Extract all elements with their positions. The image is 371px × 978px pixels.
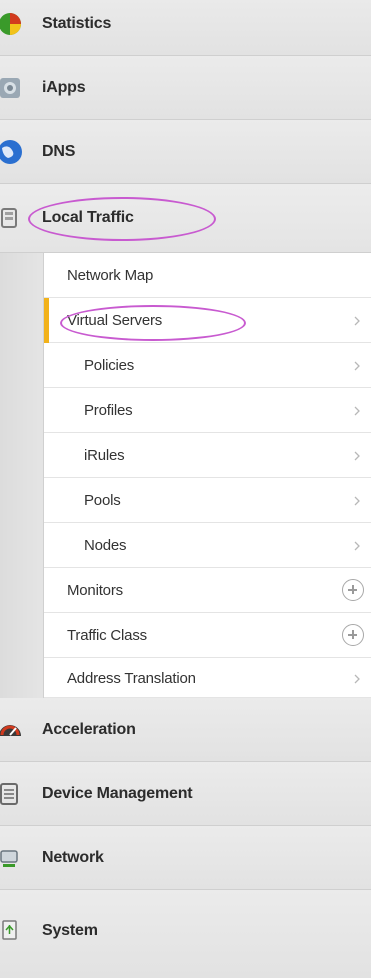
chevron-right-icon[interactable] xyxy=(352,539,362,551)
submenu-item-traffic-class[interactable]: Traffic Class xyxy=(44,613,371,658)
nav-item-dns[interactable]: DNS xyxy=(0,120,371,184)
submenu-item-profiles[interactable]: Profiles xyxy=(44,388,371,433)
add-icon[interactable] xyxy=(342,579,364,601)
submenu-item-address-translation[interactable]: Address Translation xyxy=(44,658,371,698)
globe-icon xyxy=(0,136,26,168)
add-icon[interactable] xyxy=(342,624,364,646)
navigation-menu: Statistics iApps DNS Local Traffic Netwo… xyxy=(0,0,371,978)
submenu-item-label: Nodes xyxy=(84,537,127,554)
nav-item-label: Local Traffic xyxy=(42,209,134,226)
submenu-item-label: Address Translation xyxy=(67,670,196,687)
submenu-item-label: Virtual Servers xyxy=(67,312,163,329)
nav-item-device-management[interactable]: Device Management xyxy=(0,762,371,826)
submenu-item-irules[interactable]: iRules xyxy=(44,433,371,478)
submenu-item-label: Policies xyxy=(84,357,135,374)
nav-item-system[interactable]: System xyxy=(0,890,371,978)
submenu-item-policies[interactable]: Policies xyxy=(44,343,371,388)
submenu-item-label: Pools xyxy=(84,492,121,509)
nav-item-label: Device Management xyxy=(42,785,193,802)
local-traffic-submenu: Network Map Virtual Servers Policies Pro… xyxy=(43,253,371,698)
chevron-right-icon[interactable] xyxy=(352,359,362,371)
submenu-item-nodes[interactable]: Nodes xyxy=(44,523,371,568)
submenu-item-label: Traffic Class xyxy=(67,627,147,644)
submenu-item-label: iRules xyxy=(84,447,125,464)
chevron-right-icon[interactable] xyxy=(352,449,362,461)
nav-item-label: Statistics xyxy=(42,15,112,32)
submenu-item-label: Profiles xyxy=(84,402,133,419)
submenu-item-network-map[interactable]: Network Map xyxy=(44,253,371,298)
submenu-item-pools[interactable]: Pools xyxy=(44,478,371,523)
network-icon xyxy=(0,842,26,874)
chevron-right-icon[interactable] xyxy=(352,494,362,506)
nav-item-label: DNS xyxy=(42,143,76,160)
system-icon xyxy=(0,914,26,946)
local-traffic-icon xyxy=(0,202,26,234)
submenu-item-label: Network Map xyxy=(67,267,154,284)
nav-item-label: Acceleration xyxy=(42,721,136,738)
nav-item-label: iApps xyxy=(42,79,86,96)
submenu-item-monitors[interactable]: Monitors xyxy=(44,568,371,613)
nav-item-network[interactable]: Network xyxy=(0,826,371,890)
chevron-right-icon[interactable] xyxy=(352,314,362,326)
nav-item-label: System xyxy=(42,922,98,939)
device-icon xyxy=(0,778,26,810)
nav-item-iapps[interactable]: iApps xyxy=(0,56,371,120)
submenu-item-label: Monitors xyxy=(67,582,123,599)
nav-item-label: Network xyxy=(42,849,104,866)
pie-chart-icon xyxy=(0,8,26,40)
active-indicator xyxy=(44,298,49,343)
nav-item-statistics[interactable]: Statistics xyxy=(0,0,371,56)
nav-item-acceleration[interactable]: Acceleration xyxy=(0,698,371,762)
submenu-item-virtual-servers[interactable]: Virtual Servers xyxy=(44,298,371,343)
chevron-right-icon[interactable] xyxy=(352,404,362,416)
gear-icon xyxy=(0,72,26,104)
speedometer-icon xyxy=(0,714,26,746)
nav-item-local-traffic[interactable]: Local Traffic xyxy=(0,184,371,253)
chevron-right-icon[interactable] xyxy=(352,672,362,684)
